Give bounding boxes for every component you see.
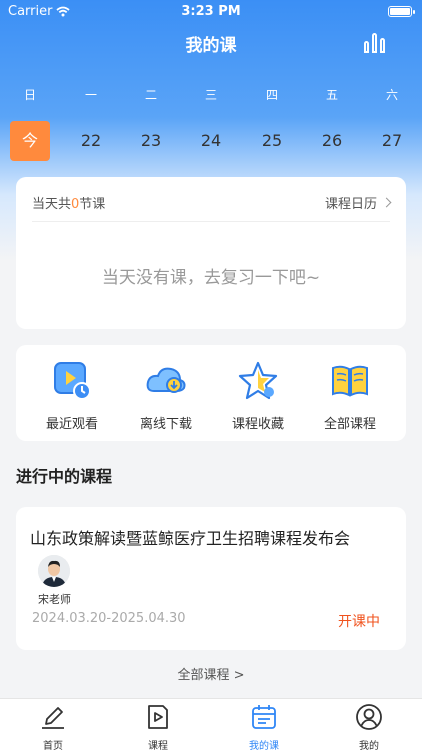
teacher-name: 宋老师	[38, 593, 71, 606]
date-cell[interactable]: 22	[71, 121, 111, 161]
date-cell[interactable]: 24	[191, 121, 231, 161]
weekday-sun: 日	[23, 88, 36, 102]
pen-icon	[42, 707, 64, 729]
star-favorite-icon	[238, 361, 278, 400]
weekday-mon: 一	[84, 88, 97, 102]
tab-profile[interactable]: 我的	[339, 703, 399, 750]
course-card[interactable]: 山东政策解读暨蓝鲸医疗卫生招聘课程发布会 宋老师 2024.03.20-2025…	[16, 507, 406, 650]
schedule-header: 当天共0节课 课程日历	[32, 193, 392, 213]
course-calendar-link[interactable]: 课程日历	[324, 193, 392, 212]
tab-my-courses-label: 我的课	[249, 741, 279, 750]
course-favorites-label: 课程收藏	[231, 417, 284, 432]
all-courses-label: 全部课程	[323, 417, 376, 432]
offline-download-button[interactable]: 离线下载	[126, 359, 206, 432]
tab-profile-label: 我的	[359, 741, 379, 750]
cloud-download-icon	[146, 367, 186, 393]
weekday-tue: 二	[144, 88, 157, 102]
tab-courses[interactable]: 课程	[128, 703, 188, 750]
schedule-prefix: 当天共	[32, 197, 72, 212]
book-icon	[332, 365, 368, 397]
date-cell[interactable]: 23	[131, 121, 171, 161]
weekday-fri: 五	[325, 88, 338, 102]
weekday-wed: 三	[204, 88, 217, 102]
video-icon	[148, 705, 168, 729]
in-progress-title: 进行中的课程	[16, 467, 113, 486]
tab-home[interactable]: 首页	[23, 703, 83, 750]
course-title: 山东政策解读暨蓝鲸医疗卫生招聘课程发布会	[30, 529, 351, 548]
schedule-card: 当天共0节课 课程日历 当天没有课，去复习一下吧~	[16, 177, 406, 329]
empty-schedule-text: 当天没有课，去复习一下吧~	[101, 268, 321, 288]
date-cell[interactable]: 26	[312, 121, 352, 161]
status-time: 3:23 PM	[181, 4, 241, 19]
date-cell[interactable]: 27	[372, 121, 412, 161]
course-dates: 2024.03.20-2025.04.30	[32, 611, 186, 626]
chevron-right-icon	[381, 197, 392, 208]
all-courses-link[interactable]: 全部课程 >	[0, 664, 422, 683]
divider	[32, 221, 390, 222]
recent-watch-icon	[54, 362, 91, 400]
quick-actions-card: 最近观看 离线下载 课程收藏 全部课程	[16, 345, 406, 441]
calendar-icon	[252, 705, 276, 729]
avatar	[38, 555, 70, 587]
weekday-sat: 六	[385, 88, 398, 102]
course-calendar-label: 课程日历	[324, 197, 377, 212]
tab-my-courses[interactable]: 我的课	[234, 703, 294, 750]
teacher-avatar-icon	[38, 555, 70, 587]
date-today[interactable]: 今	[10, 121, 50, 161]
offline-download-label: 离线下载	[139, 417, 192, 432]
tab-home-label: 首页	[43, 741, 63, 750]
user-icon	[356, 704, 382, 730]
status-bar: Carrier 3:23 PM	[0, 0, 422, 24]
weekday-thu: 四	[265, 88, 278, 102]
all-courses-button[interactable]: 全部课程	[310, 359, 390, 432]
tab-courses-label: 课程	[148, 741, 168, 750]
page-title: 我的课	[185, 36, 237, 56]
battery-icon	[388, 6, 415, 17]
date-cell[interactable]: 25	[252, 121, 292, 161]
schedule-suffix: 节课	[79, 197, 106, 212]
status-badge: 开课中	[338, 614, 380, 630]
date-row: 今 22 23 24 25 26 27	[0, 121, 422, 161]
recent-watch-button[interactable]: 最近观看	[32, 359, 112, 432]
course-favorites-button[interactable]: 课程收藏	[218, 359, 298, 432]
tab-bar: 首页 课程 我的课 我的	[0, 698, 422, 750]
stats-icon[interactable]	[364, 31, 388, 53]
weekday-row: 日 一 二 三 四 五 六	[0, 86, 422, 104]
recent-watch-label: 最近观看	[45, 417, 98, 432]
